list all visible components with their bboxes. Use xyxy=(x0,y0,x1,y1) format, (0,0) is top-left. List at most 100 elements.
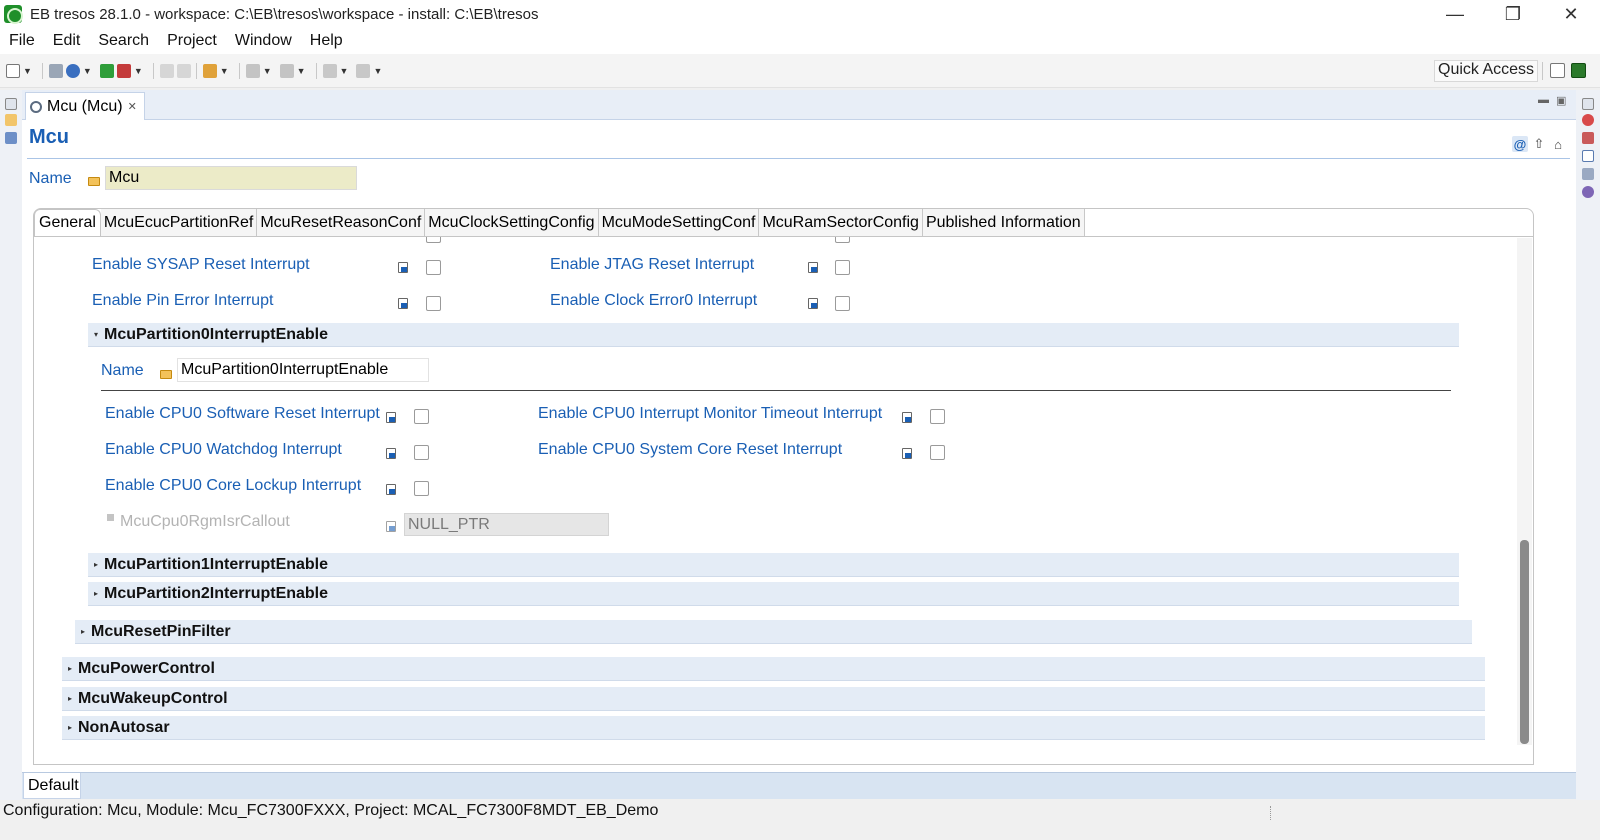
project-explorer-icon[interactable] xyxy=(5,114,17,126)
tab-default[interactable]: Default xyxy=(23,773,81,799)
verify-icon[interactable] xyxy=(99,63,114,78)
cpu0-interrupt-monitor-timeout-checkbox[interactable] xyxy=(930,409,945,424)
tresos-perspective-icon[interactable] xyxy=(1571,63,1586,78)
field-label: Enable CPU0 Software Reset Interrupt xyxy=(105,405,380,422)
name-field[interactable]: Mcu xyxy=(105,166,357,190)
back-dropdown-icon[interactable]: ▼ xyxy=(263,66,272,76)
import-icon[interactable] xyxy=(322,63,337,78)
export-icon[interactable] xyxy=(356,63,371,78)
tasks-icon[interactable] xyxy=(1582,168,1594,180)
redo-icon[interactable] xyxy=(176,63,191,78)
menu-help[interactable]: Help xyxy=(310,32,343,50)
pin-icon[interactable] xyxy=(202,63,217,78)
calc-config-icon[interactable] xyxy=(902,448,912,459)
section-non-autosar[interactable]: ▸ NonAutosar xyxy=(62,716,1485,740)
collapsed-arrow-icon[interactable]: ▸ xyxy=(88,589,104,598)
restore-view-icon[interactable] xyxy=(1582,98,1594,110)
calc-config-icon[interactable] xyxy=(808,298,818,309)
checkbox[interactable] xyxy=(835,237,850,243)
outline-icon[interactable] xyxy=(5,132,17,144)
save-icon[interactable] xyxy=(48,63,63,78)
section-mcu-power-control[interactable]: ▸ McuPowerControl xyxy=(62,657,1485,681)
generate-icon[interactable] xyxy=(65,63,80,78)
forward-dropdown-icon[interactable]: ▼ xyxy=(297,66,306,76)
inner-tab-bar: General McuEcucPartitionRef McuResetReas… xyxy=(34,209,1085,237)
minimize-view-icon[interactable]: ▬ xyxy=(1538,94,1549,106)
enable-sysap-reset-checkbox[interactable] xyxy=(426,260,441,275)
vertical-scrollbar-thumb[interactable] xyxy=(1520,540,1529,744)
at-icon[interactable]: @ xyxy=(1512,136,1528,152)
import-dropdown-icon[interactable]: ▼ xyxy=(340,66,349,76)
tab-mcu-mode-setting-conf[interactable]: McuModeSettingConf xyxy=(598,209,760,237)
new-dropdown-icon[interactable]: ▼ xyxy=(23,66,32,76)
section-mcu-partition2[interactable]: ▸ McuPartition2InterruptEnable xyxy=(88,582,1459,606)
calc-config-icon[interactable] xyxy=(386,412,396,423)
cpu0-watchdog-checkbox[interactable] xyxy=(414,445,429,460)
properties-icon[interactable] xyxy=(1582,150,1594,162)
tab-published-information[interactable]: Published Information xyxy=(922,209,1085,237)
cpu0-software-reset-checkbox[interactable] xyxy=(414,409,429,424)
collapsed-arrow-icon[interactable]: ▸ xyxy=(62,723,78,732)
cpu0-system-core-reset-checkbox[interactable] xyxy=(930,445,945,460)
tab-mcu-clock-setting-config[interactable]: McuClockSettingConfig xyxy=(425,209,599,237)
tab-mcu-ram-sector-config[interactable]: McuRamSectorConfig xyxy=(759,209,923,237)
checkbox[interactable] xyxy=(426,237,441,243)
cpu0-core-lockup-checkbox[interactable] xyxy=(414,481,429,496)
back-icon[interactable] xyxy=(245,63,260,78)
calc-config-icon[interactable] xyxy=(398,298,408,309)
menu-file[interactable]: File xyxy=(9,32,35,50)
close-button[interactable]: ✕ xyxy=(1542,0,1600,28)
restore-view-icon[interactable] xyxy=(5,98,17,110)
up-arrow-icon[interactable]: ⇧ xyxy=(1531,136,1547,152)
maximize-view-icon[interactable]: ▣ xyxy=(1556,94,1566,107)
home-icon[interactable]: ⌂ xyxy=(1550,136,1566,152)
menu-edit[interactable]: Edit xyxy=(53,32,81,50)
restore-button[interactable]: ❐ xyxy=(1484,0,1542,28)
tab-mcu-reset-reason-conf[interactable]: McuResetReasonConf xyxy=(257,209,426,237)
expanded-arrow-icon[interactable]: ▾ xyxy=(88,330,104,339)
calc-config-icon[interactable] xyxy=(808,262,818,273)
minimize-button[interactable]: — xyxy=(1426,0,1484,28)
new-icon[interactable] xyxy=(6,63,20,78)
menu-window[interactable]: Window xyxy=(235,32,292,50)
calc-config-icon[interactable] xyxy=(386,448,396,459)
search-view-icon[interactable] xyxy=(1582,186,1594,198)
section-mcu-reset-pin-filter[interactable]: ▸ McuResetPinFilter xyxy=(75,620,1472,644)
close-tab-icon[interactable]: ✕ xyxy=(128,100,137,113)
section-mcu-partition0[interactable]: ▾ McuPartition0InterruptEnable xyxy=(88,323,1459,347)
problems-icon[interactable] xyxy=(1582,114,1594,126)
section-mcu-partition1[interactable]: ▸ McuPartition1InterruptEnable xyxy=(88,553,1459,577)
editor-title: Mcu xyxy=(29,126,69,148)
export-dropdown-icon[interactable]: ▼ xyxy=(373,66,382,76)
error-log-icon[interactable] xyxy=(1582,132,1594,144)
collapsed-arrow-icon[interactable]: ▸ xyxy=(62,694,78,703)
inner-tab-rule xyxy=(34,236,1533,237)
editor-tab-mcu[interactable]: Mcu (Mcu) ✕ xyxy=(25,92,145,120)
menu-search[interactable]: Search xyxy=(98,32,149,50)
field-label: Enable Clock Error0 Interrupt xyxy=(550,292,758,309)
menu-project[interactable]: Project xyxy=(167,32,217,50)
pin-dropdown-icon[interactable]: ▼ xyxy=(220,66,229,76)
section-mcu-wakeup-control[interactable]: ▸ McuWakeupControl xyxy=(62,687,1485,711)
open-perspective-icon[interactable] xyxy=(1550,63,1565,78)
collapsed-arrow-icon[interactable]: ▸ xyxy=(88,560,104,569)
collapsed-arrow-icon[interactable]: ▸ xyxy=(75,627,91,636)
build-dropdown-icon[interactable]: ▼ xyxy=(134,66,143,76)
build-icon[interactable] xyxy=(116,63,131,78)
tab-mcu-ecuc-partition-ref[interactable]: McuEcucPartitionRef xyxy=(100,209,258,237)
generate-dropdown-icon[interactable]: ▼ xyxy=(83,66,92,76)
calc-config-icon[interactable] xyxy=(902,412,912,423)
collapsed-arrow-icon[interactable]: ▸ xyxy=(62,664,78,673)
undo-icon[interactable] xyxy=(159,63,174,78)
calc-config-icon[interactable] xyxy=(386,484,396,495)
enable-clock-error0-checkbox[interactable] xyxy=(835,296,850,311)
partition0-name-field[interactable]: McuPartition0InterruptEnable xyxy=(177,358,429,382)
toolbar-separator xyxy=(41,62,43,79)
forward-icon[interactable] xyxy=(279,63,294,78)
tab-general[interactable]: General xyxy=(34,209,101,237)
quick-access-field[interactable]: Quick Access xyxy=(1434,60,1539,82)
enable-pin-error-checkbox[interactable] xyxy=(426,296,441,311)
calc-config-icon[interactable] xyxy=(398,262,408,273)
enable-jtag-reset-checkbox[interactable] xyxy=(835,260,850,275)
calc-config-icon[interactable] xyxy=(386,521,396,532)
